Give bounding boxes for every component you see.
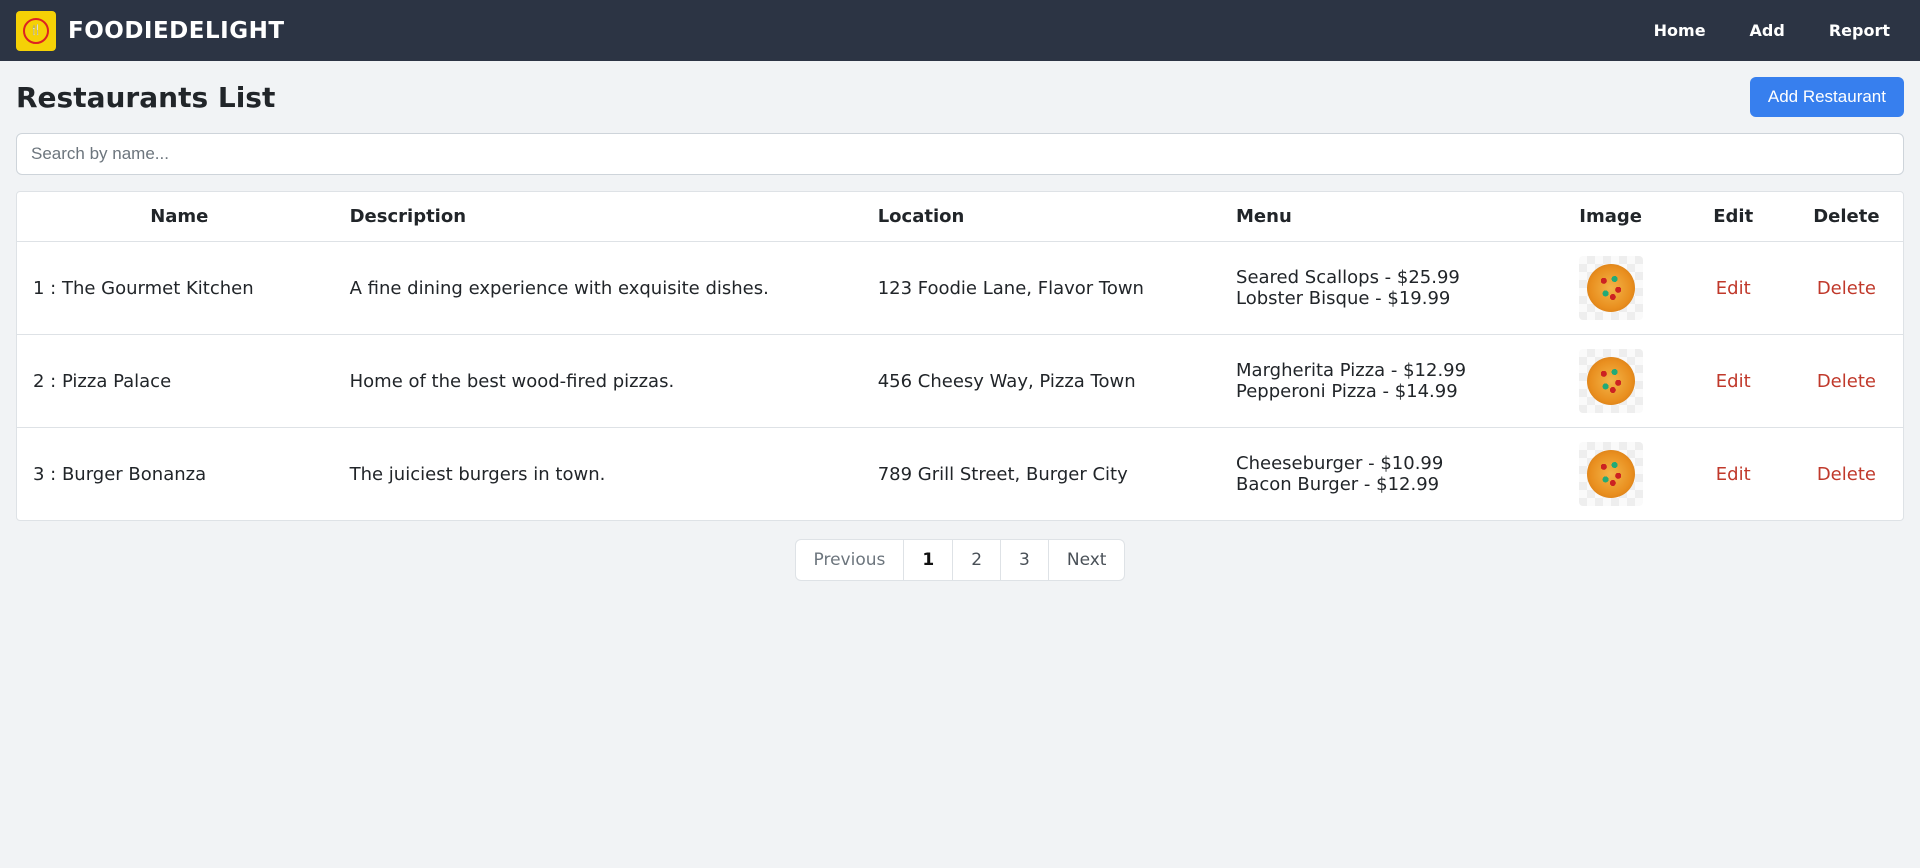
col-location: Location [866,192,1224,242]
page-number[interactable]: 1 [904,540,953,580]
header-row: Restaurants List Add Restaurant [16,77,1904,117]
delete-link[interactable]: Delete [1817,464,1876,485]
cell-delete: Delete [1790,242,1903,335]
navbar-left: 🍴 FOODIEDELIGHT [16,11,285,51]
cell-image [1545,242,1677,335]
menu-item: Lobster Bisque - $19.99 [1236,288,1533,309]
page-number-link[interactable]: 3 [1001,540,1048,580]
menu-item: Pepperoni Pizza - $14.99 [1236,381,1533,402]
add-restaurant-button[interactable]: Add Restaurant [1750,77,1904,117]
navbar: 🍴 FOODIEDELIGHT Home Add Report [0,0,1920,61]
pizza-icon [1587,450,1635,498]
menu-item: Bacon Burger - $12.99 [1236,474,1533,495]
col-menu: Menu [1224,192,1545,242]
logo-icon: 🍴 [16,11,56,51]
pizza-icon [1587,264,1635,312]
page-previous-link[interactable]: Previous [796,540,904,580]
edit-link[interactable]: Edit [1716,371,1751,392]
pizza-icon [1587,357,1635,405]
col-description: Description [338,192,866,242]
menu-item: Margherita Pizza - $12.99 [1236,360,1533,381]
table-row: 3 : Burger BonanzaThe juiciest burgers i… [17,428,1903,521]
restaurants-table-wrap: Name Description Location Menu Image Edi… [16,191,1904,521]
menu-item: Cheeseburger - $10.99 [1236,453,1533,474]
col-image: Image [1545,192,1677,242]
table-row: 2 : Pizza PalaceHome of the best wood-fi… [17,335,1903,428]
cell-name: 2 : Pizza Palace [17,335,338,428]
cell-description: A fine dining experience with exquisite … [338,242,866,335]
cell-location: 789 Grill Street, Burger City [866,428,1224,521]
table-row: 1 : The Gourmet KitchenA fine dining exp… [17,242,1903,335]
pagination: Previous123Next [16,539,1904,581]
table-header-row: Name Description Location Menu Image Edi… [17,192,1903,242]
cell-name: 3 : Burger Bonanza [17,428,338,521]
cell-image [1545,335,1677,428]
brand-name: FOODIEDELIGHT [68,18,285,44]
edit-link[interactable]: Edit [1716,278,1751,299]
col-delete: Delete [1790,192,1903,242]
page-number[interactable]: 2 [953,540,1001,580]
edit-link[interactable]: Edit [1716,464,1751,485]
page-previous[interactable]: Previous [796,540,905,580]
cell-location: 456 Cheesy Way, Pizza Town [866,335,1224,428]
page-number-link[interactable]: 1 [904,540,952,580]
search-input[interactable] [16,133,1904,175]
page-number-link[interactable]: 2 [953,540,1000,580]
cell-menu: Cheeseburger - $10.99Bacon Burger - $12.… [1224,428,1545,521]
food-thumbnail [1579,349,1643,413]
cell-edit: Edit [1677,242,1790,335]
col-edit: Edit [1677,192,1790,242]
cell-menu: Margherita Pizza - $12.99Pepperoni Pizza… [1224,335,1545,428]
nav-report[interactable]: Report [1829,21,1890,40]
cell-name: 1 : The Gourmet Kitchen [17,242,338,335]
col-name: Name [17,192,338,242]
page-next-link[interactable]: Next [1049,540,1125,580]
cell-description: Home of the best wood-fired pizzas. [338,335,866,428]
cell-delete: Delete [1790,335,1903,428]
page-next[interactable]: Next [1049,540,1125,580]
main-container: Restaurants List Add Restaurant Name Des… [0,61,1920,627]
cell-menu: Seared Scallops - $25.99Lobster Bisque -… [1224,242,1545,335]
food-thumbnail [1579,442,1643,506]
nav-add[interactable]: Add [1750,21,1785,40]
restaurants-table: Name Description Location Menu Image Edi… [17,192,1903,520]
cell-delete: Delete [1790,428,1903,521]
cell-edit: Edit [1677,428,1790,521]
page-number[interactable]: 3 [1001,540,1049,580]
cell-edit: Edit [1677,335,1790,428]
delete-link[interactable]: Delete [1817,278,1876,299]
food-thumbnail [1579,256,1643,320]
page-title: Restaurants List [16,81,275,114]
cell-location: 123 Foodie Lane, Flavor Town [866,242,1224,335]
menu-item: Seared Scallops - $25.99 [1236,267,1533,288]
cell-image [1545,428,1677,521]
cell-description: The juiciest burgers in town. [338,428,866,521]
navbar-right: Home Add Report [1654,21,1904,40]
delete-link[interactable]: Delete [1817,371,1876,392]
nav-home[interactable]: Home [1654,21,1706,40]
